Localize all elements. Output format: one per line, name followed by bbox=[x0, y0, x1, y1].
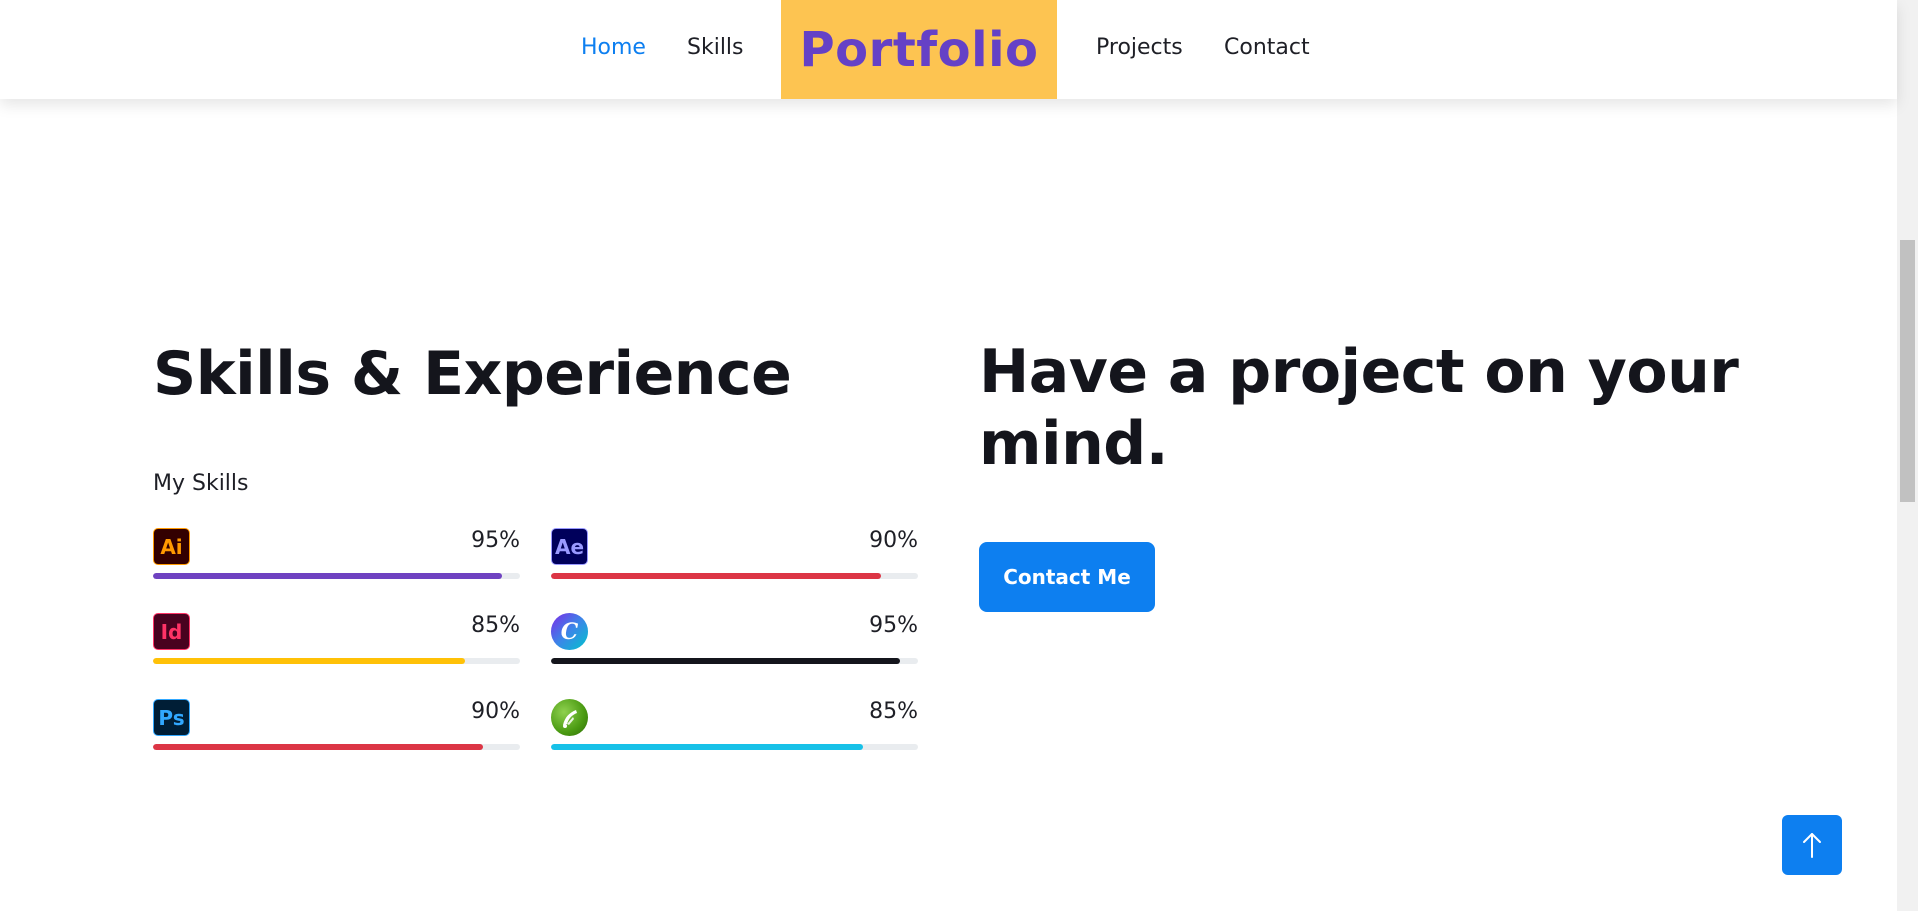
skills-title: Skills & Experience bbox=[153, 339, 792, 409]
skill-coreldraw: 85% bbox=[551, 699, 918, 759]
skill-progress-track bbox=[551, 573, 918, 579]
skill-progress-fill bbox=[153, 744, 484, 750]
canva-icon: C bbox=[551, 613, 588, 650]
scrollbar-thumb[interactable] bbox=[1900, 240, 1915, 502]
skill-percent: 90% bbox=[471, 699, 520, 724]
skill-progress-track bbox=[153, 658, 520, 664]
contact-me-button[interactable]: Contact Me bbox=[979, 542, 1155, 612]
skill-progress-track bbox=[153, 573, 520, 579]
skill-progress-fill bbox=[153, 658, 465, 664]
brand-logo[interactable]: Portfolio bbox=[781, 0, 1057, 99]
skills-subtitle: My Skills bbox=[153, 471, 249, 496]
skill-progress-fill bbox=[551, 744, 863, 750]
skill-photoshop: Ps 90% bbox=[153, 699, 520, 759]
page: Home Skills Portfolio Projects Contact S… bbox=[0, 0, 1918, 911]
nav-link-home[interactable]: Home bbox=[581, 33, 646, 63]
skill-illustrator: Ai 95% bbox=[153, 528, 520, 588]
adobe-illustrator-icon: Ai bbox=[153, 528, 190, 565]
brand-text: Portfolio bbox=[799, 21, 1039, 78]
skill-progress-fill bbox=[551, 658, 900, 664]
adobe-indesign-icon: Id bbox=[153, 613, 190, 650]
skill-progress-fill bbox=[551, 573, 882, 579]
skill-progress-track bbox=[551, 658, 918, 664]
skill-after-effects: Ae 90% bbox=[551, 528, 918, 588]
skill-percent: 95% bbox=[471, 528, 520, 553]
skill-percent: 85% bbox=[471, 613, 520, 638]
arrow-up-icon bbox=[1803, 833, 1821, 858]
skill-progress-track bbox=[153, 744, 520, 750]
skill-percent: 95% bbox=[869, 613, 918, 638]
coreldraw-glyph bbox=[562, 709, 577, 728]
skill-progress-fill bbox=[153, 573, 502, 579]
back-to-top-button[interactable] bbox=[1782, 815, 1842, 875]
skill-progress-track bbox=[551, 744, 918, 750]
nav-link-contact[interactable]: Contact bbox=[1224, 33, 1310, 63]
nav-link-skills[interactable]: Skills bbox=[687, 33, 744, 63]
adobe-photoshop-icon: Ps bbox=[153, 699, 190, 736]
skill-indesign: Id 85% bbox=[153, 613, 520, 673]
skill-canva: C 95% bbox=[551, 613, 918, 673]
contact-title: Have a project on your mind. bbox=[979, 337, 1739, 479]
navbar: Home Skills Portfolio Projects Contact bbox=[0, 0, 1897, 99]
skill-percent: 90% bbox=[869, 528, 918, 553]
coreldraw-icon bbox=[551, 699, 588, 736]
nav-link-projects[interactable]: Projects bbox=[1096, 33, 1183, 63]
adobe-after-effects-icon: Ae bbox=[551, 528, 588, 565]
skill-percent: 85% bbox=[869, 699, 918, 724]
